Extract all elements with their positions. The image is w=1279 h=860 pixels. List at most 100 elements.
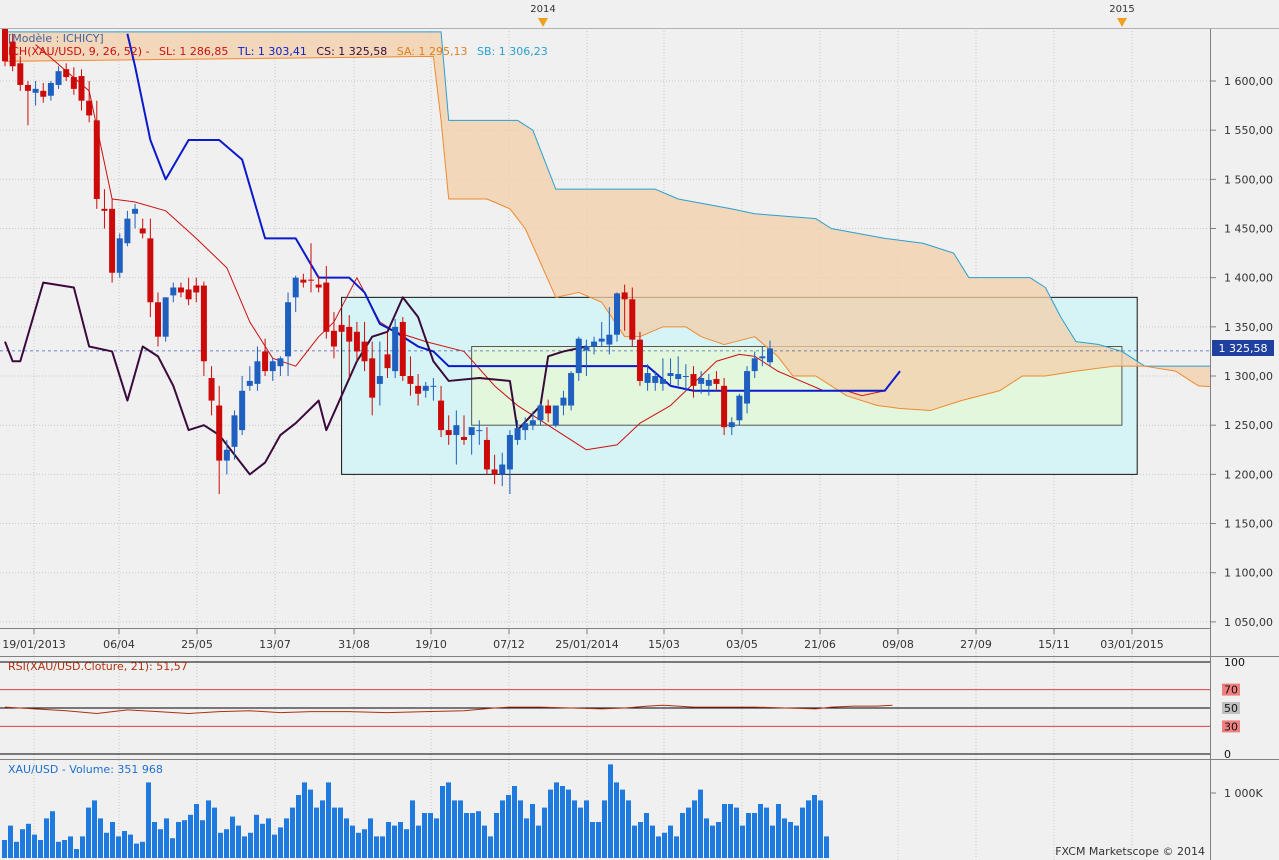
rsi-level-label: 70 <box>1224 684 1238 697</box>
volume-bar <box>362 829 367 858</box>
volume-bar <box>50 811 55 858</box>
volume-bar <box>14 841 19 858</box>
volume-bar <box>554 782 559 858</box>
volume-bar <box>452 800 457 858</box>
candle-body-bear <box>40 90 47 97</box>
volume-bar <box>638 822 643 858</box>
y-tick-label: 1 350,00 <box>1224 321 1273 334</box>
volume-bar <box>656 836 661 858</box>
volume-bar <box>674 836 679 858</box>
candle-body-bull <box>529 420 536 426</box>
x-tick-label: 21/06 <box>804 638 836 651</box>
volume-bar <box>512 786 517 858</box>
candle-body-bear <box>629 299 636 340</box>
candle-body-bear <box>155 302 161 337</box>
volume-bar <box>386 822 391 858</box>
candle-body-bull <box>759 356 766 359</box>
y-tick-label: 1 200,00 <box>1224 468 1273 481</box>
candle-body-bear <box>346 326 353 342</box>
candle-body-bull <box>537 405 544 421</box>
candle-body-bear <box>70 77 77 89</box>
candle-body-bear <box>361 341 368 362</box>
volume-bar <box>560 786 565 858</box>
candle-body-bear <box>216 405 223 461</box>
candle-body-bull <box>667 373 674 377</box>
x-tick-label: 03/05 <box>726 638 758 651</box>
volume-bar <box>818 800 823 858</box>
volume-bar <box>788 822 793 858</box>
volume-tick: 1 000K <box>1224 787 1263 800</box>
volume-bar <box>650 825 655 858</box>
volume-bar <box>548 789 553 858</box>
volume-bar <box>542 807 547 858</box>
volume-bar <box>530 804 535 858</box>
volume-bar <box>770 825 775 858</box>
volume-bar <box>368 818 373 858</box>
volume-bar <box>116 836 121 858</box>
volume-bar <box>230 816 235 858</box>
candle-body-bull <box>292 277 299 298</box>
candle-body-bear <box>461 436 467 440</box>
candle-body-bear <box>721 385 728 428</box>
volume-bar <box>824 836 829 858</box>
rsi-label: RSI(XAU/USD.Cloture, 21): 51,57 <box>8 660 188 673</box>
candle-body-bull <box>170 287 177 296</box>
candle-body-bull <box>598 338 605 342</box>
volume-bar <box>296 795 301 858</box>
volume-bar <box>188 814 193 858</box>
candle-body-bear <box>369 358 376 398</box>
volume-bar <box>260 823 265 858</box>
volume-bar <box>98 818 103 858</box>
volume-bar <box>248 832 253 858</box>
volume-bar <box>734 807 739 858</box>
volume-bar <box>602 800 607 858</box>
volume-bar <box>254 814 259 858</box>
candle-body-bull <box>476 430 483 432</box>
volume-bar <box>266 818 271 858</box>
candle-body-bull <box>614 293 620 335</box>
candle-body-bear <box>86 100 93 116</box>
volume-bar <box>74 849 79 858</box>
candle-body-bull <box>32 88 39 93</box>
candle-body-bear <box>384 354 391 369</box>
volume-label: XAU/USD - Volume: 351 968 <box>8 763 163 776</box>
candle-body-bear <box>177 287 184 293</box>
volume-bar <box>584 800 589 858</box>
candle-body-bear <box>323 282 330 332</box>
candle-body-bear <box>407 376 414 384</box>
volume-bar <box>476 811 481 858</box>
candle-body-bear <box>415 385 422 394</box>
volume-bar <box>104 832 109 858</box>
volume-bar <box>644 813 649 858</box>
candle-body-bear <box>445 430 452 436</box>
volume-bar <box>470 813 475 858</box>
y-tick-label: 1 600,00 <box>1224 75 1273 88</box>
year-label-2014: 2014 <box>530 4 555 15</box>
volume-bar <box>536 825 541 858</box>
volume-bar <box>68 836 73 858</box>
volume-bar <box>776 804 781 858</box>
volume-bar <box>692 800 697 858</box>
volume-bar <box>32 834 37 858</box>
candle-body-bear <box>636 339 643 381</box>
candle-body-bull <box>728 422 735 428</box>
x-tick-label: 07/12 <box>493 638 525 651</box>
volume-bar <box>110 822 115 858</box>
volume-bar <box>26 823 31 858</box>
candle-body-bull <box>675 374 682 379</box>
candle-body-bull <box>254 361 261 384</box>
volume-bar <box>278 827 283 858</box>
volume-bar <box>212 807 217 858</box>
candle-body-bear <box>545 405 552 414</box>
volume-bar <box>392 825 397 858</box>
y-tick-label: 1 150,00 <box>1224 518 1273 531</box>
volume-bar <box>608 764 613 858</box>
volume-bar <box>740 825 745 858</box>
volume-bar <box>458 800 463 858</box>
chart-root: 1 600,00 1 550,00 1 500,00 1 450,00 1 400,00… <box>0 0 1279 860</box>
volume-bar <box>122 831 127 858</box>
candle-body-bear <box>491 469 498 475</box>
candle-body-bear <box>93 120 100 200</box>
candle-body-bear <box>185 289 192 300</box>
volume-bar <box>62 840 67 858</box>
